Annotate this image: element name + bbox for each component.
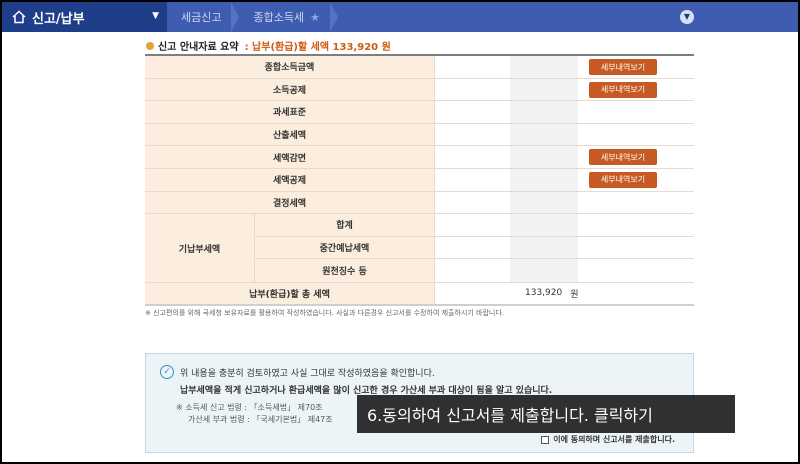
blurred-value (510, 101, 578, 123)
table-row: 결정세액 (145, 191, 694, 215)
law-reference: ※ 소득세 신고 법령 : 「소득세법」 제70조 (176, 403, 323, 412)
total-row: 납부(환급)할 총 세액 133,920 원 (145, 282, 694, 306)
summary-header: 신고 안내자료 요약 : 납부(환급)할 세액 133,920 원 (146, 38, 391, 53)
row-label: 결정세액 (145, 191, 435, 214)
table-row: 소득공제 세부내역보기 (145, 78, 694, 102)
breadcrumb: 세금신고 종합소득세 ★ ▼ (167, 2, 798, 32)
agreement-line: 위 내용을 충분히 검토하였고 사실 그대로 작성하였음을 확인합니다. (180, 369, 435, 379)
blurred-value (510, 146, 578, 168)
expand-button[interactable]: ▼ (680, 10, 694, 24)
row-label: 종합소득금액 (145, 56, 435, 78)
chevron-down-icon: ▼ (683, 12, 691, 21)
row-label: 과세표준 (145, 101, 435, 123)
table-row: 세액공제 세부내역보기 (145, 168, 694, 192)
row-label: 소득공제 (145, 78, 435, 101)
checkbox-icon[interactable] (541, 435, 550, 444)
view-details-button[interactable]: 세부내역보기 (589, 171, 657, 188)
favorite-star-icon[interactable]: ★ (310, 11, 320, 24)
view-details-button[interactable]: 세부내역보기 (589, 149, 657, 166)
table-row: 원천징수 등 (255, 259, 694, 282)
breadcrumb-item-current[interactable]: 종합소득세 ★ (239, 2, 339, 32)
blurred-value (510, 259, 578, 282)
notice-text: ※ 신고편의를 위해 국세청 보유자료를 활용하여 작성하였습니다. 사실과 다… (145, 309, 505, 317)
blurred-value (510, 168, 578, 191)
menu-label: 신고/납부 (32, 11, 85, 27)
table-row: 산출세액 (145, 123, 694, 147)
row-label: 세액감면 (145, 146, 435, 168)
view-details-button[interactable]: 세부내역보기 (589, 81, 657, 98)
table-row: 과세표준 (145, 101, 694, 124)
tutorial-caption: 6.동의하여 신고서를 제출합니다. 클릭하기 (357, 395, 735, 433)
blurred-value (510, 191, 578, 214)
table-row: 합계 (255, 214, 694, 237)
breadcrumb-item[interactable]: 세금신고 (167, 2, 240, 32)
law-reference: 가산세 부과 법령 : 「국세기본법」 제47조 (188, 415, 333, 424)
blurred-value (510, 236, 578, 259)
tax-summary-table: 종합소득금액 세부내역보기 소득공제 세부내역보기 과세표준 산출세액 세액감면 세부내역보기… (145, 54, 694, 306)
summary-title: 신고 안내자료 요약 (158, 42, 239, 53)
prepaid-tax-group: 기납부세액 합계 중간예납세액 원천징수 등 (145, 214, 694, 283)
view-details-button[interactable]: 세부내역보기 (589, 59, 657, 75)
chevron-down-icon: ▼ (152, 11, 159, 21)
check-circle-icon: ✓ (160, 365, 174, 379)
home-icon (12, 10, 26, 24)
table-row: 세액감면 세부내역보기 (145, 146, 694, 169)
row-label: 산출세액 (145, 123, 435, 146)
agree-checkbox-label: 이에 동의하며 신고서를 제출합니다. (553, 435, 675, 444)
menu-dropdown[interactable]: 신고/납부 ▼ (2, 2, 167, 32)
total-label: 납부(환급)할 총 세액 (145, 282, 435, 304)
prepaid-tax-label: 기납부세액 (145, 214, 255, 282)
table-row: 중간예납세액 (255, 236, 694, 260)
top-navigation-bar: 신고/납부 ▼ 세금신고 종합소득세 ★ ▼ (2, 2, 798, 32)
blurred-value (510, 56, 578, 78)
blurred-value (510, 78, 578, 101)
blurred-value (510, 123, 578, 146)
total-value: 133,920 (525, 288, 563, 299)
summary-amount: : 납부(환급)할 세액 133,920 원 (244, 42, 391, 53)
agree-checkbox[interactable]: 이에 동의하며 신고서를 제출합니다. (541, 434, 675, 445)
row-label: 세액공제 (145, 168, 435, 191)
blurred-value (510, 214, 578, 236)
page-frame: 신고/납부 ▼ 세금신고 종합소득세 ★ ▼ 신고 안내자료 요약 : 납부(환… (2, 2, 798, 462)
total-unit: 원 (570, 289, 579, 300)
bullet-icon (146, 41, 154, 50)
table-row: 종합소득금액 세부내역보기 (145, 56, 694, 79)
